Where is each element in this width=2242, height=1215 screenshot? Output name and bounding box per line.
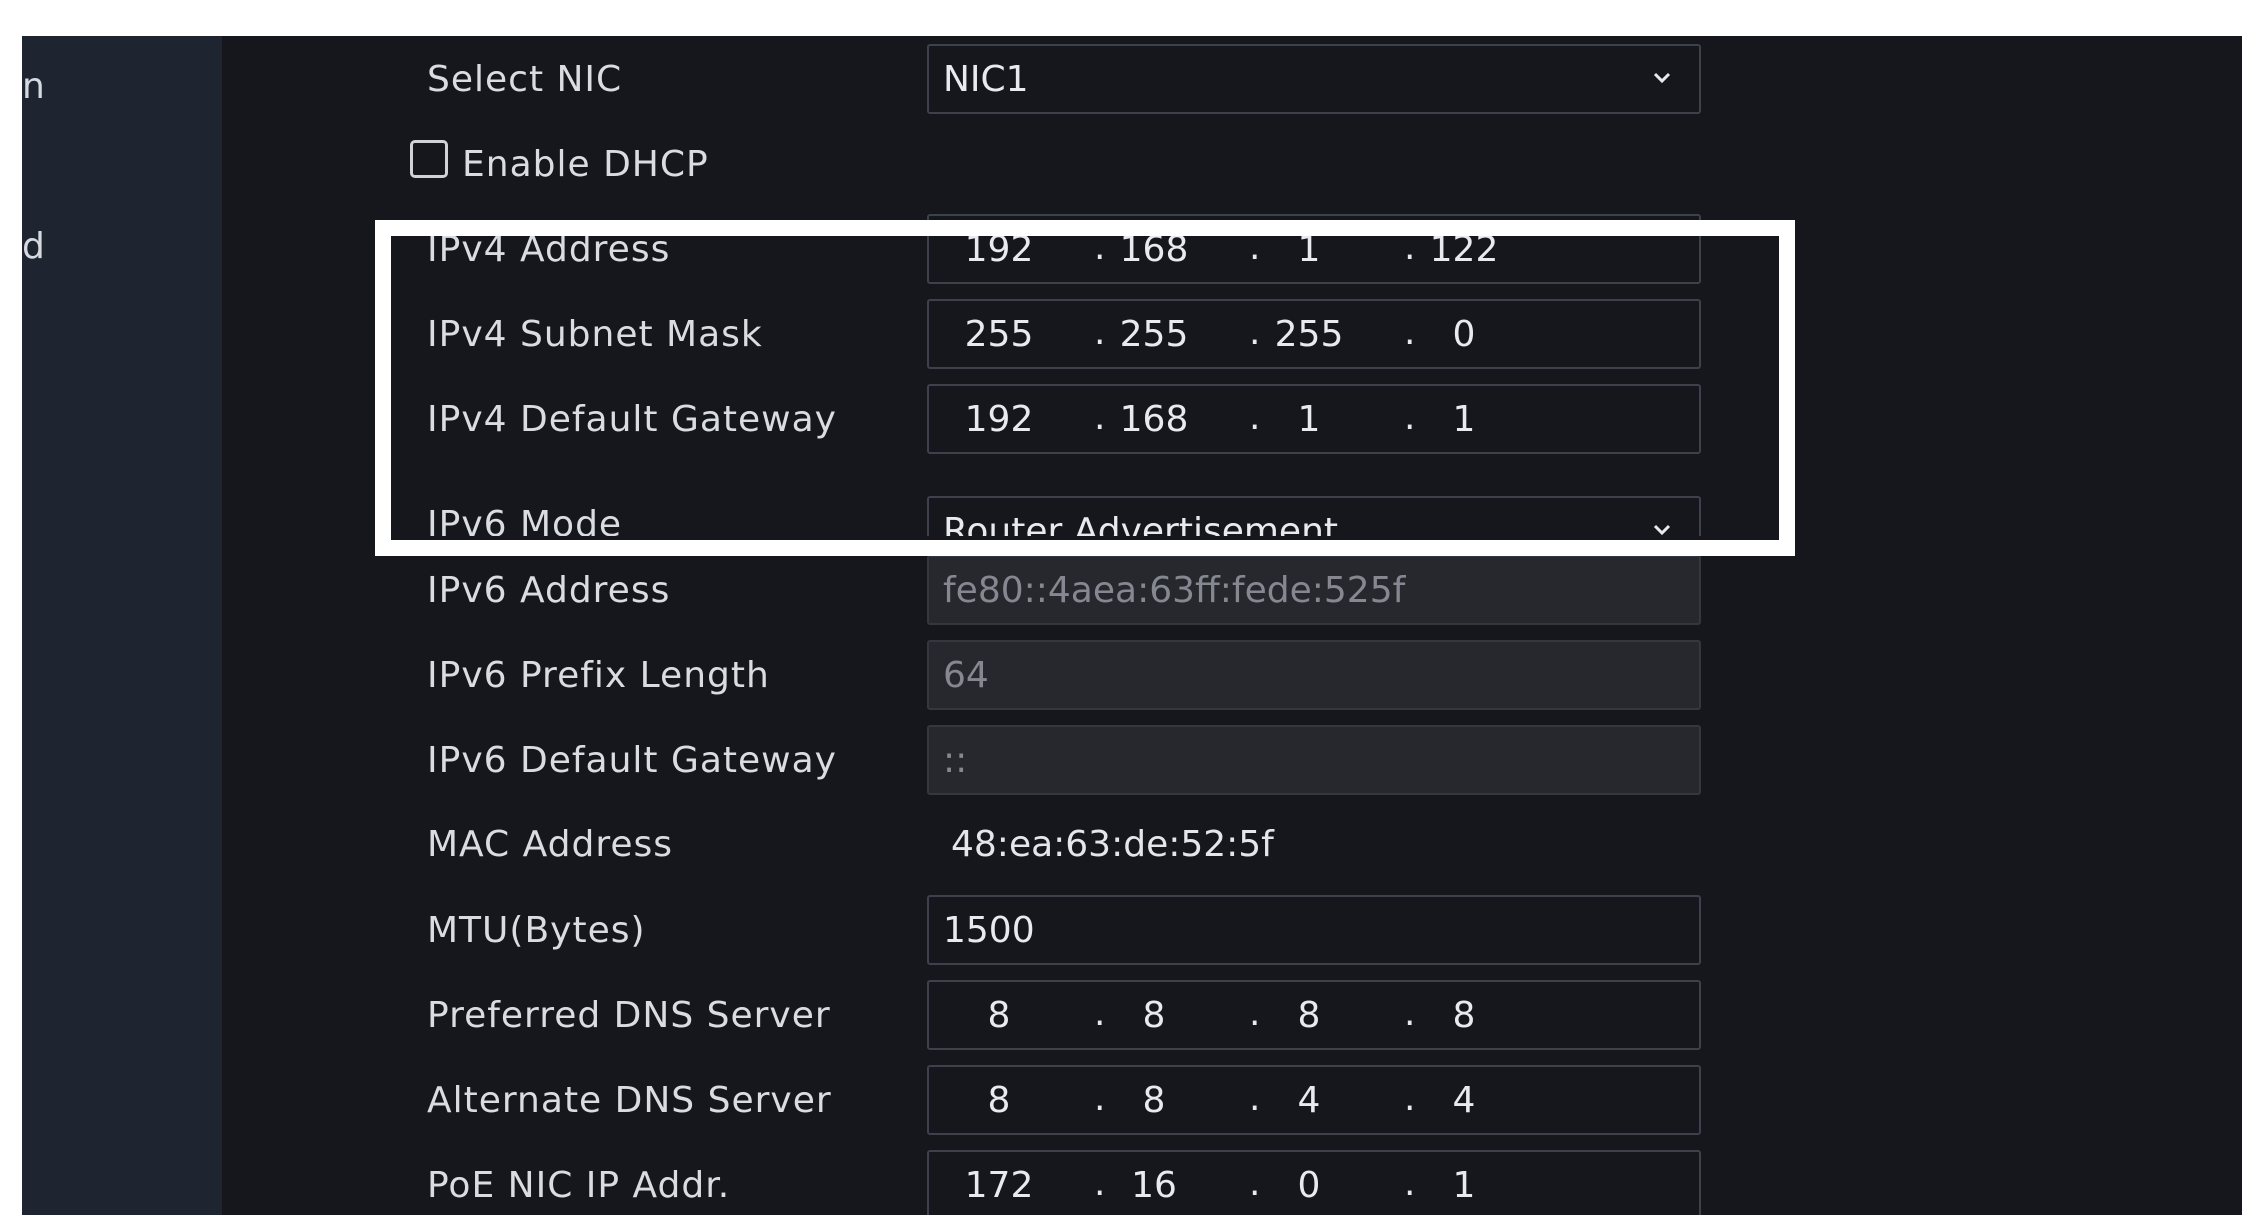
mtu-value: 1500 (943, 910, 1035, 951)
dns-octet[interactable]: 4 (1414, 1080, 1514, 1121)
poe-ip-octet[interactable]: 16 (1104, 1165, 1204, 1206)
ipv6-default-gateway-input: :: (927, 725, 1701, 795)
ipv6-prefix-length-value: 64 (943, 655, 989, 696)
network-settings-window: n d Select NIC NIC1 Enable DHCP IPv4 Add… (22, 36, 2242, 1215)
mtu-input[interactable]: 1500 (927, 895, 1701, 965)
dns-octet[interactable]: 8 (1259, 995, 1359, 1036)
ipv6-default-gateway-label: IPv6 Default Gateway (427, 740, 837, 781)
dns-octet[interactable]: 8 (1104, 1080, 1204, 1121)
select-nic-value: NIC1 (943, 59, 1029, 100)
poe-nic-ip-input[interactable]: 172 . 16 . 0 . 1 (927, 1150, 1701, 1215)
ipv6-default-gateway-value: :: (943, 740, 968, 781)
preferred-dns-input[interactable]: 8 . 8 . 8 . 8 (927, 980, 1701, 1050)
alternate-dns-label: Alternate DNS Server (427, 1080, 832, 1121)
sidebar-item-label[interactable]: d (22, 226, 45, 267)
alternate-dns-input[interactable]: 8 . 8 . 4 . 4 (927, 1065, 1701, 1135)
select-nic-dropdown[interactable]: NIC1 (927, 44, 1701, 114)
sidebar-item-label[interactable]: n (22, 66, 45, 107)
mac-address-label: MAC Address (427, 824, 674, 865)
enable-dhcp-checkbox[interactable] (410, 140, 448, 178)
ipv6-address-value: fe80::4aea:63ff:fede:525f (943, 570, 1406, 611)
poe-ip-octet[interactable]: 0 (1259, 1165, 1359, 1206)
dns-octet[interactable]: 8 (1104, 995, 1204, 1036)
mac-address-value: 48:ea:63:de:52:5f (951, 824, 1274, 865)
select-nic-label: Select NIC (427, 59, 623, 100)
dns-octet[interactable]: 8 (1414, 995, 1514, 1036)
ipv4-highlight-box (375, 220, 1795, 556)
ipv6-prefix-length-input: 64 (927, 640, 1701, 710)
enable-dhcp-label: Enable DHCP (462, 144, 709, 185)
ipv6-address-label: IPv6 Address (427, 570, 671, 611)
poe-ip-octet[interactable]: 172 (949, 1165, 1049, 1206)
dns-octet[interactable]: 8 (949, 995, 1049, 1036)
ipv6-prefix-length-label: IPv6 Prefix Length (427, 655, 770, 696)
ipv6-address-input: fe80::4aea:63ff:fede:525f (927, 555, 1701, 625)
poe-nic-ip-label: PoE NIC IP Addr. (427, 1165, 731, 1206)
chevron-down-icon (1653, 72, 1671, 84)
sidebar: n d (22, 36, 222, 1215)
dns-octet[interactable]: 8 (949, 1080, 1049, 1121)
poe-ip-octet[interactable]: 1 (1414, 1165, 1514, 1206)
dns-octet[interactable]: 4 (1259, 1080, 1359, 1121)
preferred-dns-label: Preferred DNS Server (427, 995, 831, 1036)
mtu-label: MTU(Bytes) (427, 910, 646, 951)
